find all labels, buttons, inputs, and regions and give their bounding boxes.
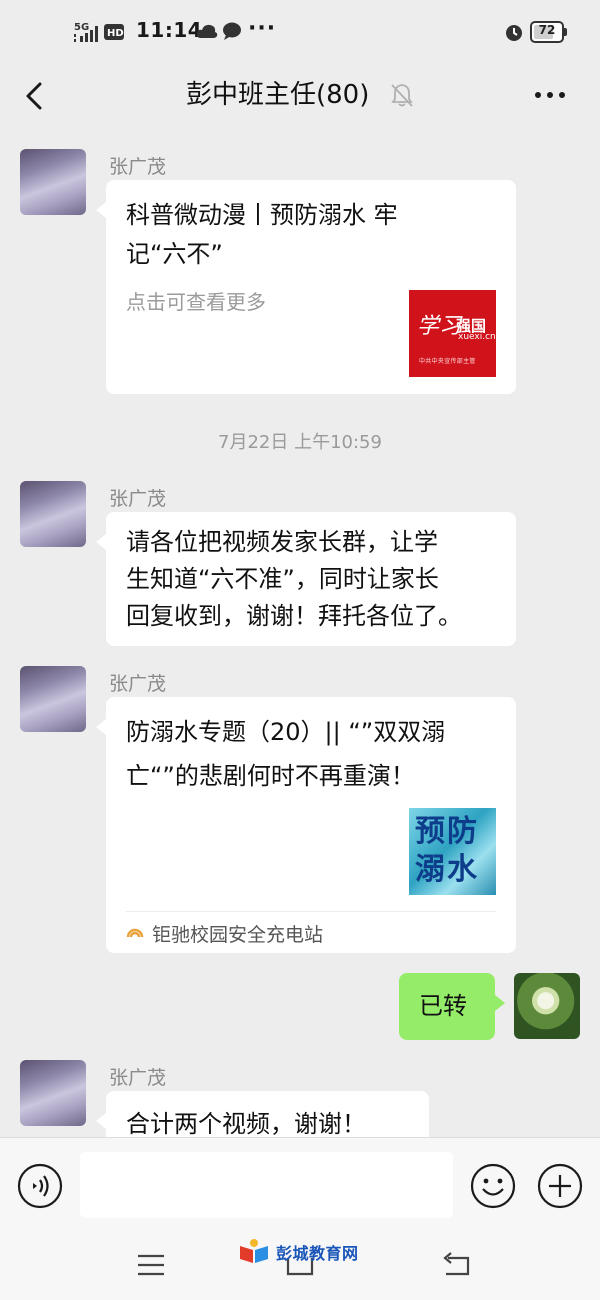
card-divider — [126, 911, 496, 912]
back-button[interactable] — [16, 78, 52, 114]
card-title-line: 亡“”的悲剧何时不再重演！ — [126, 762, 415, 790]
avatar[interactable] — [20, 149, 86, 215]
svg-text:HD: HD — [107, 28, 124, 39]
chat-header: 彭中班主任(80) — [0, 64, 600, 130]
cloud-icon — [196, 24, 218, 38]
self-message-bubble[interactable]: 已转 — [399, 973, 505, 1040]
battery-percent: 72 — [538, 23, 556, 37]
card-source: 钜驰校园安全充电站 — [152, 924, 324, 946]
battery-icon: 72 — [530, 21, 568, 43]
avatar[interactable] — [20, 481, 86, 547]
sender-name: 张广茂 — [109, 156, 167, 178]
card-subtitle: 点击可查看更多 — [126, 290, 266, 314]
clock: 11:14 — [136, 18, 203, 42]
article-card[interactable]: 防溺水专题（20）|| “”双双溺 亡“”的悲剧何时不再重演！ 预防 溺水 钜驰… — [96, 697, 516, 953]
message-input[interactable] — [80, 1152, 453, 1218]
emoji-button[interactable] — [470, 1163, 516, 1209]
card-title-line: 科普微动漫丨预防溺水 牢 — [126, 201, 398, 229]
message-text-line: 请各位把视频发家长群，让学 — [126, 528, 438, 556]
card-title-line: 记“六不” — [126, 240, 223, 268]
system-back-button[interactable] — [440, 1250, 472, 1278]
voice-input-button[interactable] — [17, 1163, 63, 1209]
message-bubble[interactable]: 请各位把视频发家长群，让学 生知道“六不准”，同时让家长 回复收到，谢谢！拜托各… — [96, 512, 516, 646]
avatar[interactable] — [20, 1060, 86, 1126]
watermark: 彭城教育网 — [238, 1238, 368, 1268]
sender-name: 张广茂 — [109, 673, 167, 695]
input-bar — [0, 1137, 600, 1232]
message-text-line: 回复收到，谢谢！拜托各位了。 — [126, 602, 462, 630]
avatar[interactable] — [20, 666, 86, 732]
svg-text:5G: 5G — [74, 22, 89, 33]
book-logo-icon — [240, 1239, 268, 1263]
article-card[interactable]: 科普微动漫丨预防溺水 牢 记“六不” 点击可查看更多 学习 强国 xuexi.c… — [96, 180, 516, 394]
card-thumbnail: 预防 溺水 — [409, 808, 496, 895]
more-options-button[interactable] — [530, 80, 570, 110]
more-notifications-icon: ··· — [248, 16, 277, 41]
status-bar: 5G HD 11:14 ··· 72 — [0, 0, 600, 64]
watermark-text: 彭城教育网 — [276, 1244, 359, 1263]
sender-name: 张广茂 — [109, 488, 167, 510]
timestamp: 7月22日 上午10:59 — [218, 432, 382, 453]
more-functions-button[interactable] — [537, 1163, 583, 1209]
system-nav-bar: 彭城教育网 — [0, 1232, 600, 1300]
signal-icon: 5G HD — [74, 22, 124, 42]
chat-title: 彭中班主任(80) — [186, 80, 370, 110]
message-text-line: 生知道“六不准”，同时让家长 — [126, 565, 439, 593]
alarm-icon — [506, 25, 522, 41]
mute-notification-icon — [391, 84, 413, 107]
recent-apps-button[interactable] — [136, 1252, 166, 1278]
card-thumbnail: 学习 强国 xuexi.cn 中共中央宣传部主管 — [409, 290, 496, 377]
self-avatar[interactable] — [514, 973, 580, 1039]
card-title-line: 防溺水专题（20）|| “”双双溺 — [126, 718, 446, 746]
message-text: 已转 — [419, 992, 467, 1020]
official-account-icon — [126, 928, 144, 938]
sender-name: 张广茂 — [109, 1067, 167, 1089]
message-notification-icon — [223, 22, 241, 40]
